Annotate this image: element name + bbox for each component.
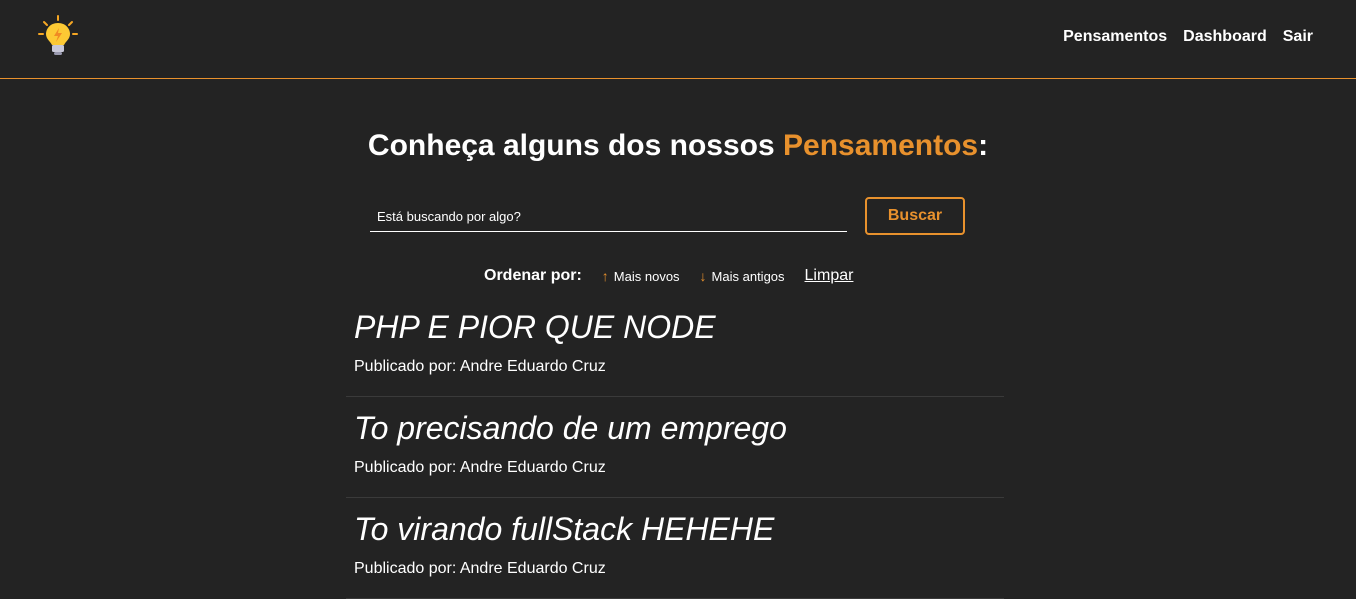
thought-author: Publicado por: Andre Eduardo Cruz [354, 459, 606, 476]
arrow-down-icon: ↓ [699, 268, 707, 284]
thought-card: To precisando de um emprego Publicado po… [346, 397, 1004, 498]
nav-link-sair[interactable]: Sair [1283, 28, 1313, 46]
order-label: Ordenar por: [484, 267, 582, 284]
search-input[interactable] [370, 201, 847, 232]
order-oldest-button[interactable]: ↓ Mais antigos [700, 268, 785, 284]
order-bar: Ordenar por: ↑ Mais novos ↓ Mais antigos… [484, 266, 853, 286]
order-oldest-label: Mais antigos [711, 268, 785, 284]
lightbulb-icon[interactable] [36, 14, 80, 58]
order-newest-button[interactable]: ↑ Mais novos [602, 268, 680, 284]
page-title: Conheça alguns dos nossos Pensamentos: [0, 127, 1356, 165]
title-suffix: : [978, 129, 989, 162]
title-prefix: Conheça alguns dos nossos [367, 129, 783, 162]
nav-link-dashboard[interactable]: Dashboard [1183, 28, 1267, 46]
title-accent: Pensamentos [783, 129, 979, 162]
nav-link-pensamentos[interactable]: Pensamentos [1063, 28, 1167, 46]
order-newest-label: Mais novos [613, 268, 680, 284]
thought-title: PHP E PIOR QUE NODE [354, 309, 716, 345]
thought-card: PHP E PIOR QUE NODE Publicado por: Andre… [346, 296, 1004, 397]
thought-author: Publicado por: Andre Eduardo Cruz [354, 560, 606, 577]
search-button[interactable]: Buscar [865, 197, 965, 235]
clear-order-link[interactable]: Limpar [805, 267, 854, 285]
navbar: Pensamentos Dashboard Sair [0, 0, 1356, 79]
thought-card: To virando fullStack HEHEHE Publicado po… [346, 498, 1004, 599]
thought-title: To precisando de um emprego [354, 410, 787, 446]
arrow-up-icon: ↑ [601, 268, 609, 284]
thought-author: Publicado por: Andre Eduardo Cruz [354, 358, 606, 375]
thought-title: To virando fullStack HEHEHE [354, 511, 775, 547]
thoughts-list: PHP E PIOR QUE NODE Publicado por: Andre… [346, 296, 1004, 599]
nav-links: Pensamentos Dashboard Sair [1063, 28, 1313, 46]
